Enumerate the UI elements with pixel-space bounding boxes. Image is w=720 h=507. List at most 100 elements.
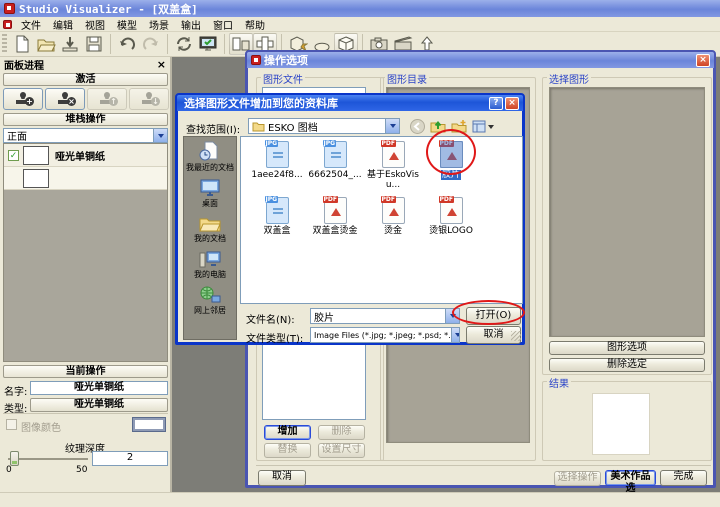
layer-row[interactable]	[4, 167, 167, 190]
add-stamp-button[interactable]: +	[3, 88, 43, 110]
file-dialog-close-button[interactable]: ×	[505, 97, 519, 110]
finish-button[interactable]: 完成	[660, 470, 707, 486]
file-item-selected[interactable]: PDF 胶片	[423, 141, 479, 180]
places-bar: 我最近的文档 桌面 我的文档 我的电脑 网上邻居	[183, 136, 237, 340]
delete-graphic-button: 删除	[318, 425, 365, 440]
jpg-file-icon: JPG	[266, 197, 289, 224]
file-item[interactable]: PDF 基于EskoVisu...	[365, 141, 421, 190]
file-item[interactable]: PDF 烫银LOGO	[423, 197, 479, 236]
remove-selected-button[interactable]: 删除选定	[549, 358, 705, 372]
pdf-file-icon: PDF	[440, 197, 463, 224]
save-icon[interactable]	[82, 33, 106, 55]
texture-depth-value[interactable]: 2	[92, 451, 168, 466]
chevron-down-icon[interactable]	[445, 309, 459, 323]
slider-thumb[interactable]	[10, 451, 19, 466]
toolbar-separator	[224, 34, 225, 54]
folder-icon	[252, 121, 265, 132]
name-label: 名字:	[4, 383, 27, 398]
redo-icon	[139, 33, 163, 55]
file-dialog-title: 选择图形文件增加到您的资料库	[184, 95, 338, 111]
graphic-options-button[interactable]: 图形选项	[549, 341, 705, 355]
window-title: Studio Visualizer - [双盖盒]	[19, 1, 198, 17]
file-open-dialog: 选择图形文件增加到您的资料库 ? × 查找范围(I): ESKO 图档 我最	[175, 93, 525, 345]
file-item[interactable]: JPG 1aee24f8...	[249, 141, 305, 180]
look-in-dropdown[interactable]: ESKO 图档	[248, 118, 400, 134]
slider-min-label: 0	[6, 465, 12, 475]
menu-output[interactable]: 输出	[175, 17, 207, 32]
layer-swatch	[23, 146, 49, 165]
chevron-down-icon[interactable]	[153, 129, 167, 142]
chevron-down-icon[interactable]	[451, 328, 460, 342]
toolbar-separator	[110, 34, 111, 54]
render-preview-icon[interactable]	[196, 33, 220, 55]
recent-documents-icon	[199, 141, 221, 161]
file-item[interactable]: PDF 双盖盒烫金	[307, 197, 363, 236]
file-item[interactable]: PDF 烫金	[365, 197, 421, 236]
add-graphic-button[interactable]: 增加	[264, 425, 311, 440]
import-icon[interactable]	[58, 33, 82, 55]
layer-row[interactable]: ✓ 哑光单铜纸	[4, 144, 167, 167]
file-dialog-title-bar: 选择图形文件增加到您的资料库 ? ×	[177, 95, 523, 111]
slider-max-label: 50	[76, 465, 87, 475]
result-group-label: 结果	[547, 375, 571, 390]
menu-view[interactable]: 视图	[79, 17, 111, 32]
open-button[interactable]: 打开(O)	[466, 307, 521, 325]
activate-header[interactable]: 激活	[3, 73, 168, 86]
select-graphic-listbox[interactable]	[549, 87, 705, 337]
type-button[interactable]: 哑光单铜纸	[30, 398, 168, 412]
up-folder-icon[interactable]	[429, 118, 447, 135]
help-button[interactable]: ?	[489, 97, 503, 110]
menu-model[interactable]: 模型	[111, 17, 143, 32]
move-down-stamp-button: ↓	[129, 88, 169, 110]
menu-window[interactable]: 窗口	[207, 17, 239, 32]
layer-swatch	[23, 169, 49, 188]
place-my-documents[interactable]: 我的文档	[184, 215, 236, 244]
file-type-dropdown[interactable]: Image Files (*.jpg; *.jpeg; *.psd; *.	[310, 327, 460, 343]
panel-title: 面板进程	[4, 57, 44, 72]
artwork-select-button[interactable]: 美术作品选	[605, 470, 656, 486]
new-folder-icon[interactable]	[450, 118, 468, 135]
chevron-down-icon[interactable]	[385, 119, 399, 133]
place-my-computer[interactable]: 我的电脑	[184, 250, 236, 280]
file-item[interactable]: JPG 6662504_...	[307, 141, 363, 180]
file-item[interactable]: JPG 双盖盒	[249, 197, 305, 236]
current-operation-header[interactable]: 当前操作	[3, 365, 168, 378]
panel-close-icon[interactable]: ×	[157, 58, 166, 71]
graphic-directory-group-label: 图形目录	[385, 71, 429, 86]
refresh-icon[interactable]	[172, 33, 196, 55]
place-recent-documents[interactable]: 我最近的文档	[184, 141, 236, 173]
open-folder-icon[interactable]	[34, 33, 58, 55]
side-selector-dropdown[interactable]: 正面	[3, 128, 168, 143]
file-type-value: Image Files (*.jpg; *.jpeg; *.psd; *.	[314, 331, 451, 340]
file-name: 双盖盒	[249, 226, 305, 236]
menu-bar: 文件 编辑 视图 模型 场景 输出 窗口 帮助	[0, 17, 720, 32]
file-name-dropdown[interactable]: 胶片	[310, 308, 460, 324]
main-title-bar: Studio Visualizer - [双盖盒]	[0, 0, 720, 17]
texture-depth-slider[interactable]	[8, 458, 88, 460]
undo-icon[interactable]	[115, 33, 139, 55]
options-dialog-title: 操作选项	[264, 52, 308, 68]
jpg-file-icon: JPG	[266, 141, 289, 168]
new-document-icon[interactable]	[10, 33, 34, 55]
options-cancel-button[interactable]: 取消	[258, 470, 306, 486]
stack-operations-header[interactable]: 堆栈操作	[3, 113, 168, 126]
remove-stamp-button[interactable]: ×	[45, 88, 85, 110]
menu-help[interactable]: 帮助	[239, 17, 271, 32]
menu-scene[interactable]: 场景	[143, 17, 175, 32]
options-close-button[interactable]: ×	[696, 54, 710, 67]
view-menu-icon[interactable]	[471, 118, 495, 135]
place-network[interactable]: 网上邻居	[184, 286, 236, 316]
menu-file[interactable]: 文件	[15, 17, 47, 32]
file-list[interactable]: JPG 1aee24f8... JPG 6662504_... PDF 基于Es…	[240, 136, 523, 304]
status-bar	[0, 492, 720, 507]
file-name: 基于EskoVisu...	[365, 170, 421, 190]
graphic-file-group-label: 图形文件	[261, 71, 305, 86]
look-in-value: ESKO 图档	[268, 119, 318, 134]
resize-grip[interactable]	[511, 331, 521, 341]
pdf-file-icon: PDF	[382, 141, 405, 168]
menu-edit[interactable]: 编辑	[47, 17, 79, 32]
place-desktop[interactable]: 桌面	[184, 179, 236, 209]
name-field[interactable]: 哑光单铜纸	[30, 381, 168, 395]
layer-checkbox[interactable]: ✓	[8, 150, 19, 161]
pdf-file-icon: PDF	[382, 197, 405, 224]
